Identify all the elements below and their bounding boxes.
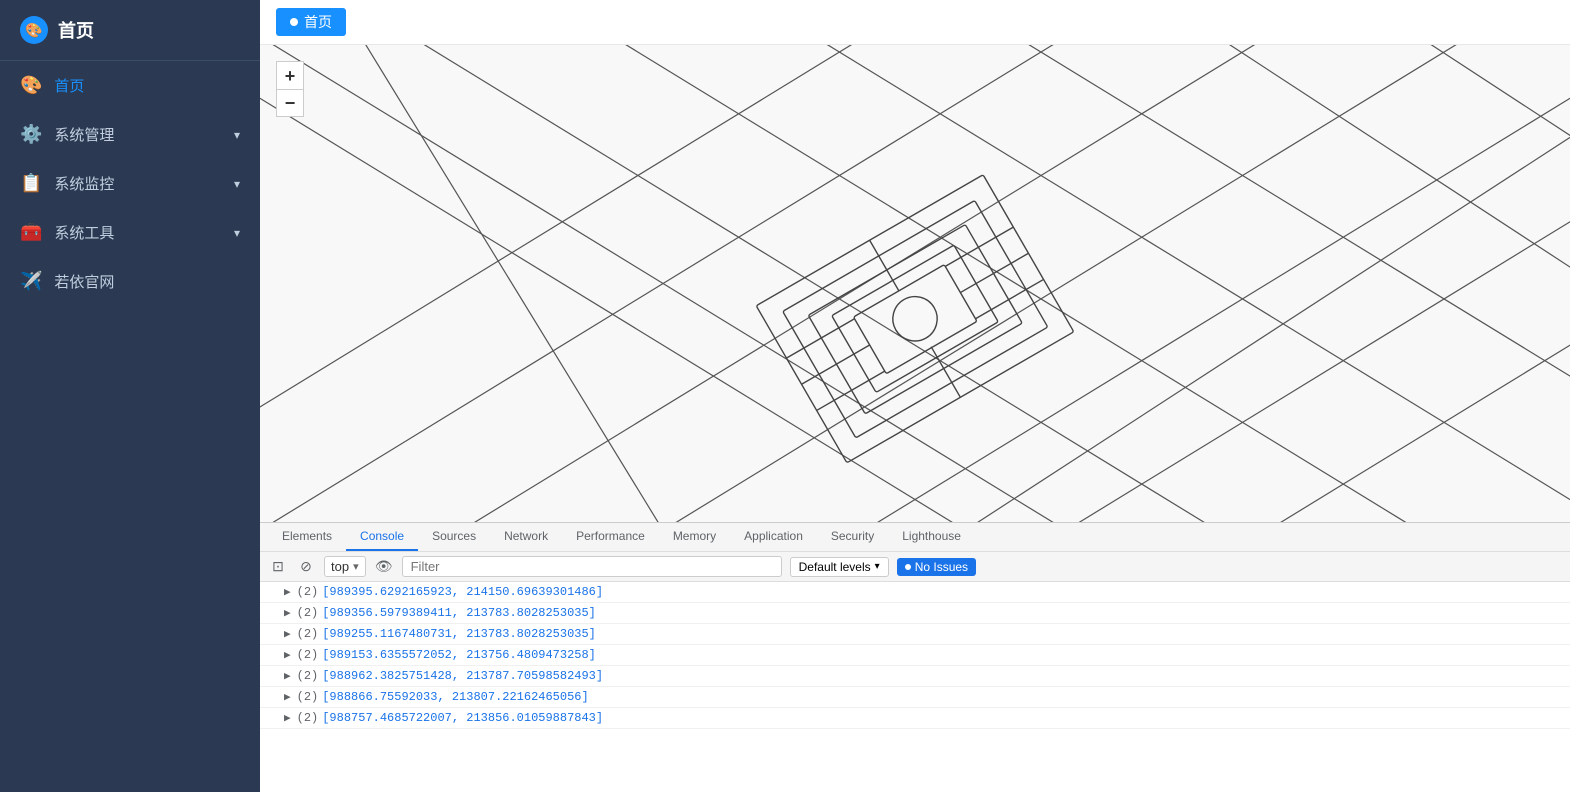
no-issues-badge[interactable]: No Issues: [897, 558, 976, 576]
logo-icon: 🎨: [20, 16, 48, 44]
main-content: 首页 + −: [260, 0, 1570, 792]
filter-input[interactable]: [402, 556, 782, 577]
no-issues-label: No Issues: [915, 560, 968, 574]
arrow-icon-2: ▶: [284, 627, 291, 641]
console-text-1: [989356.5979389411, 213783.8028253035]: [322, 606, 596, 620]
badge-dot: [905, 564, 911, 570]
tab-performance[interactable]: Performance: [562, 523, 659, 551]
count-6: (2): [297, 711, 319, 725]
arrow-icon-1: ▶: [284, 606, 291, 620]
count-1: (2): [297, 606, 319, 620]
arrow-icon-5: ▶: [284, 690, 291, 704]
arrow-icon-4: ▶: [284, 669, 291, 683]
console-text-5: [988866.75592033, 213807.22162465056]: [322, 690, 588, 704]
console-text-4: [988962.3825751428, 213787.70598582493]: [322, 669, 603, 683]
console-line-4[interactable]: ▶ (2) [988962.3825751428, 213787.7059858…: [260, 666, 1570, 687]
breadcrumb-tab[interactable]: 首页: [276, 8, 346, 36]
sidebar-logo: 🎨 首页: [0, 0, 260, 61]
console-line-6[interactable]: ▶ (2) [988757.4685722007, 213856.0105988…: [260, 708, 1570, 729]
console-text-2: [989255.1167480731, 213783.8028253035]: [322, 627, 596, 641]
breadcrumb-bar: 首页: [260, 0, 1570, 45]
breadcrumb-tab-label: 首页: [304, 12, 332, 32]
console-text-6: [988757.4685722007, 213856.01059887843]: [322, 711, 603, 725]
arrow-icon-0: ▶: [284, 585, 291, 599]
tab-sources[interactable]: Sources: [418, 523, 490, 551]
sidebar-item-sys-mgmt-label: 系统管理: [54, 124, 222, 145]
tools-icon: 🧰: [20, 222, 42, 243]
block-icon[interactable]: ⊘: [296, 557, 316, 577]
tab-memory[interactable]: Memory: [659, 523, 730, 551]
sidebar-item-home-label: 首页: [54, 75, 240, 96]
console-output: ▶ (2) [989395.6292165923, 214150.6963930…: [260, 582, 1570, 792]
console-text-3: [989153.6355572052, 213756.4809473258]: [322, 648, 596, 662]
levels-chevron: ▾: [875, 561, 880, 572]
devtools-toolbar: ⊡ ⊘ top ▾ 👁 Default levels ▾ No Issues: [260, 552, 1570, 582]
sidebar-logo-text: 首页: [58, 17, 94, 43]
tab-application[interactable]: Application: [730, 523, 817, 551]
default-levels-label: Default levels: [799, 560, 871, 574]
context-selector-wrap: top ▾: [324, 556, 366, 577]
context-chevron: ▾: [353, 560, 359, 573]
map-svg: [260, 45, 1570, 522]
tab-dot: [290, 18, 298, 26]
sidebar-item-ruoyi-label: 若依官网: [54, 271, 240, 292]
devtools-tabs: Elements Console Sources Network Perform…: [260, 523, 1570, 552]
chevron-down-icon-2: ▾: [234, 177, 240, 191]
map-container: + −: [260, 45, 1570, 522]
gear-icon: ⚙️: [20, 124, 42, 145]
context-label: top: [331, 559, 349, 574]
arrow-icon-3: ▶: [284, 648, 291, 662]
console-line-2[interactable]: ▶ (2) [989255.1167480731, 213783.8028253…: [260, 624, 1570, 645]
chevron-down-icon: ▾: [234, 128, 240, 142]
tab-network[interactable]: Network: [490, 523, 562, 551]
monitor-icon: 📋: [20, 173, 42, 194]
map-controls: + −: [276, 61, 304, 117]
sidebar-item-ruoyi[interactable]: ✈️ 若依官网: [0, 257, 260, 306]
sidebar-item-sys-monitor[interactable]: 📋 系统监控 ▾: [0, 159, 260, 208]
tab-elements[interactable]: Elements: [268, 523, 346, 551]
count-2: (2): [297, 627, 319, 641]
sidebar-item-sys-monitor-label: 系统监控: [54, 173, 222, 194]
home-icon: 🎨: [20, 75, 42, 96]
sidebar-item-sys-mgmt[interactable]: ⚙️ 系统管理 ▾: [0, 110, 260, 159]
arrow-icon-6: ▶: [284, 711, 291, 725]
inspect-icon[interactable]: ⊡: [268, 557, 288, 577]
zoom-out-button[interactable]: −: [276, 89, 304, 117]
devtools-panel: Elements Console Sources Network Perform…: [260, 522, 1570, 792]
console-line-0[interactable]: ▶ (2) [989395.6292165923, 214150.6963930…: [260, 582, 1570, 603]
zoom-in-button[interactable]: +: [276, 61, 304, 89]
default-levels-button[interactable]: Default levels ▾: [790, 557, 889, 577]
sidebar-item-home[interactable]: 🎨 首页: [0, 61, 260, 110]
console-line-5[interactable]: ▶ (2) [988866.75592033, 213807.221624650…: [260, 687, 1570, 708]
count-5: (2): [297, 690, 319, 704]
sidebar-item-sys-tools[interactable]: 🧰 系统工具 ▾: [0, 208, 260, 257]
console-line-3[interactable]: ▶ (2) [989153.6355572052, 213756.4809473…: [260, 645, 1570, 666]
chevron-down-icon-3: ▾: [234, 226, 240, 240]
console-text-0: [989395.6292165923, 214150.69639301486]: [322, 585, 603, 599]
sidebar: 🎨 首页 🎨 首页 ⚙️ 系统管理 ▾ 📋 系统监控 ▾ 🧰 系统工具 ▾ ✈️…: [0, 0, 260, 792]
tab-security[interactable]: Security: [817, 523, 888, 551]
sidebar-item-sys-tools-label: 系统工具: [54, 222, 222, 243]
eye-icon[interactable]: 👁: [374, 557, 394, 577]
tab-console[interactable]: Console: [346, 523, 418, 551]
ruoyi-icon: ✈️: [20, 271, 42, 292]
count-0: (2): [297, 585, 319, 599]
count-4: (2): [297, 669, 319, 683]
count-3: (2): [297, 648, 319, 662]
console-line-1[interactable]: ▶ (2) [989356.5979389411, 213783.8028253…: [260, 603, 1570, 624]
tab-lighthouse[interactable]: Lighthouse: [888, 523, 975, 551]
